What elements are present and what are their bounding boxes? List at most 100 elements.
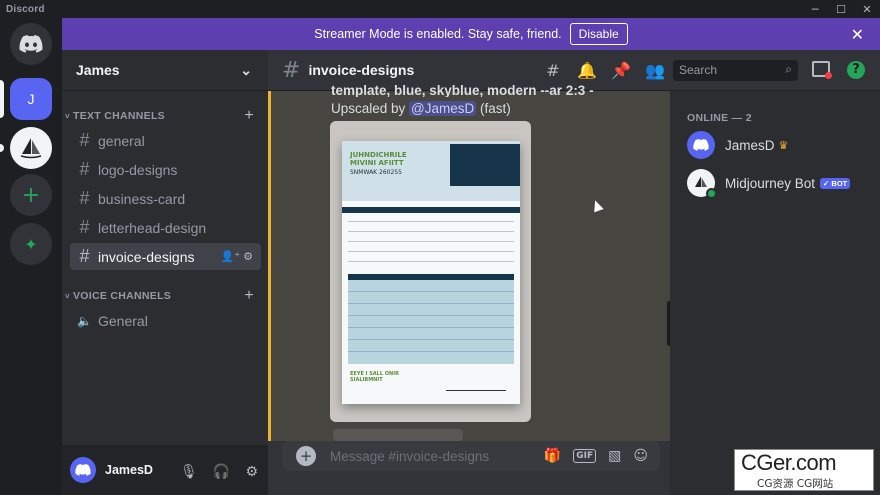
channel-general[interactable]: # general	[70, 127, 261, 154]
invoice-header-box	[450, 144, 520, 186]
channel-label: invoice-designs	[98, 248, 195, 265]
home-button[interactable]	[10, 23, 52, 65]
explore-servers-button[interactable]: ✦	[10, 223, 52, 265]
member-list-icon[interactable]: 👥	[638, 61, 672, 80]
discord-logo-icon	[75, 464, 91, 476]
unread-indicator	[0, 144, 4, 152]
disable-streamer-mode-button[interactable]: Disable	[569, 23, 628, 45]
member-name: Midjourney Bot	[725, 175, 816, 191]
channel-label: logo-designs	[98, 161, 178, 178]
message-composer: + Message #invoice-designs 🎁 GIF ▧ ☺	[268, 441, 670, 495]
close-window-button[interactable]: ✕	[854, 0, 880, 18]
app-title: Discord	[6, 3, 45, 15]
title-bar: Discord ─ ☐ ✕	[0, 0, 880, 18]
avatar	[687, 131, 715, 159]
help-icon[interactable]: ?	[847, 61, 865, 79]
avatar	[687, 169, 717, 199]
user-panel: JamesD 🎙 🎧 ⚙	[62, 445, 268, 495]
table-row	[348, 303, 514, 304]
inbox-icon[interactable]	[812, 61, 832, 79]
message-reactions[interactable]	[333, 429, 463, 441]
chevron-down-icon: ⌄	[240, 61, 252, 78]
category-text-channels[interactable]: ˅ TEXT CHANNELS +	[62, 107, 268, 125]
table-row	[348, 241, 514, 242]
gif-button[interactable]: GIF	[573, 449, 597, 463]
search-input[interactable]: Search ⌕	[673, 60, 798, 81]
table-row	[348, 231, 514, 232]
upscaled-suffix: (fast)	[476, 101, 511, 116]
message-list: template, blue, skyblue, modern --ar 2:3…	[268, 83, 672, 441]
hashtag-icon: #	[79, 217, 90, 237]
maximize-button[interactable]: ☐	[828, 0, 854, 18]
banner-text: Streamer Mode is enabled. Stay safe, fri…	[314, 27, 562, 41]
bell-icon[interactable]: 🔔	[570, 61, 604, 80]
server-list: J + ✦	[0, 18, 62, 495]
avatar[interactable]	[70, 457, 96, 483]
channel-invoice-designs[interactable]: # invoice-designs 👤⁺ ⚙	[70, 243, 261, 270]
gift-icon[interactable]: 🎁	[544, 448, 561, 464]
hashtag-icon: #	[79, 130, 90, 150]
channel-tools: 👤⁺ ⚙	[221, 250, 253, 263]
window-controls: ─ ☐ ✕	[802, 0, 880, 18]
upload-plus-icon[interactable]: +	[296, 446, 316, 466]
selected-server-indicator	[0, 80, 4, 118]
pin-icon[interactable]: 📌	[604, 61, 638, 80]
add-server-button[interactable]: +	[10, 174, 52, 216]
message-prompt: template, blue, skyblue, modern --ar 2:3…	[331, 83, 594, 97]
invoice-image-attachment[interactable]: JUHNDICHRILE MIVINI AFIITT SNMWAK 260255…	[330, 121, 531, 422]
server-name: James	[76, 62, 120, 78]
settings-icon[interactable]: ⚙	[245, 464, 258, 480]
member-group-heading: ONLINE — 2	[687, 112, 752, 124]
message-input-box[interactable]: + Message #invoice-designs 🎁 GIF ▧ ☺	[282, 441, 660, 471]
table-header-band	[342, 207, 520, 213]
invoice-title: JUHNDICHRILE MIVINI AFIITT	[350, 151, 407, 167]
channel-logo-designs[interactable]: # logo-designs	[70, 156, 261, 183]
channel-business-card[interactable]: # business-card	[70, 185, 261, 212]
category-voice-channels[interactable]: ˅ VOICE CHANNELS +	[62, 287, 268, 305]
hashtag-icon: #	[282, 57, 301, 83]
plus-icon: +	[21, 182, 41, 208]
threads-icon[interactable]: #	[536, 61, 570, 80]
voice-channel-general[interactable]: 🔈 General	[70, 307, 261, 334]
emoji-icon[interactable]: ☺	[633, 448, 648, 464]
server-midjourney[interactable]	[10, 127, 52, 169]
table-row	[348, 291, 514, 292]
watermark: CGer.com CG资源 CG网站	[734, 449, 874, 491]
table-row	[348, 339, 514, 340]
invite-member-icon[interactable]: 👤⁺	[221, 251, 241, 263]
collapse-icon: ˅	[65, 291, 70, 301]
sticker-icon[interactable]: ▧	[608, 448, 621, 464]
discord-logo-icon	[19, 35, 43, 53]
headphones-icon[interactable]: 🎧	[213, 464, 230, 480]
channel-label: General	[98, 312, 148, 329]
server-header[interactable]: James ⌄	[62, 50, 268, 91]
bot-badge: ✓ BOT	[820, 177, 851, 189]
user-mention[interactable]: @JamesD	[409, 101, 477, 116]
invoice-document: JUHNDICHRILE MIVINI AFIITT SNMWAK 260255…	[342, 141, 520, 404]
compass-icon: ✦	[24, 234, 38, 254]
channel-label: business-card	[98, 190, 186, 207]
add-channel-icon[interactable]: +	[244, 107, 254, 125]
hashtag-icon: #	[79, 188, 90, 208]
username: JamesD	[105, 463, 153, 477]
close-banner-icon[interactable]: ✕	[851, 25, 864, 45]
watermark-subtitle: CG资源 CG网站	[757, 478, 834, 490]
category-label: VOICE CHANNELS	[72, 290, 172, 302]
search-placeholder: Search	[679, 63, 718, 77]
table-row	[348, 251, 514, 252]
user-controls: 🎙 🎧 ⚙	[180, 461, 268, 480]
invoice-number: SNMWAK 260255	[350, 169, 402, 176]
server-james[interactable]: J	[10, 78, 52, 120]
add-channel-icon[interactable]: +	[244, 287, 254, 305]
member-name: JamesD	[725, 137, 775, 153]
minimize-button[interactable]: ─	[802, 0, 828, 18]
gear-icon[interactable]: ⚙	[243, 251, 253, 263]
member-list: ONLINE — 2 JamesD ♛ Midjourney Bot ✓ BOT	[670, 91, 880, 495]
message-input[interactable]: Message #invoice-designs	[330, 449, 544, 464]
member-midjourney-bot[interactable]: Midjourney Bot ✓ BOT	[687, 168, 851, 199]
mic-icon[interactable]: 🎙	[180, 464, 198, 480]
crown-icon: ♛	[778, 138, 789, 152]
table-row	[348, 315, 514, 316]
channel-letterhead-design[interactable]: # letterhead-design	[70, 214, 261, 241]
member-jamesd[interactable]: JamesD ♛	[687, 130, 788, 160]
